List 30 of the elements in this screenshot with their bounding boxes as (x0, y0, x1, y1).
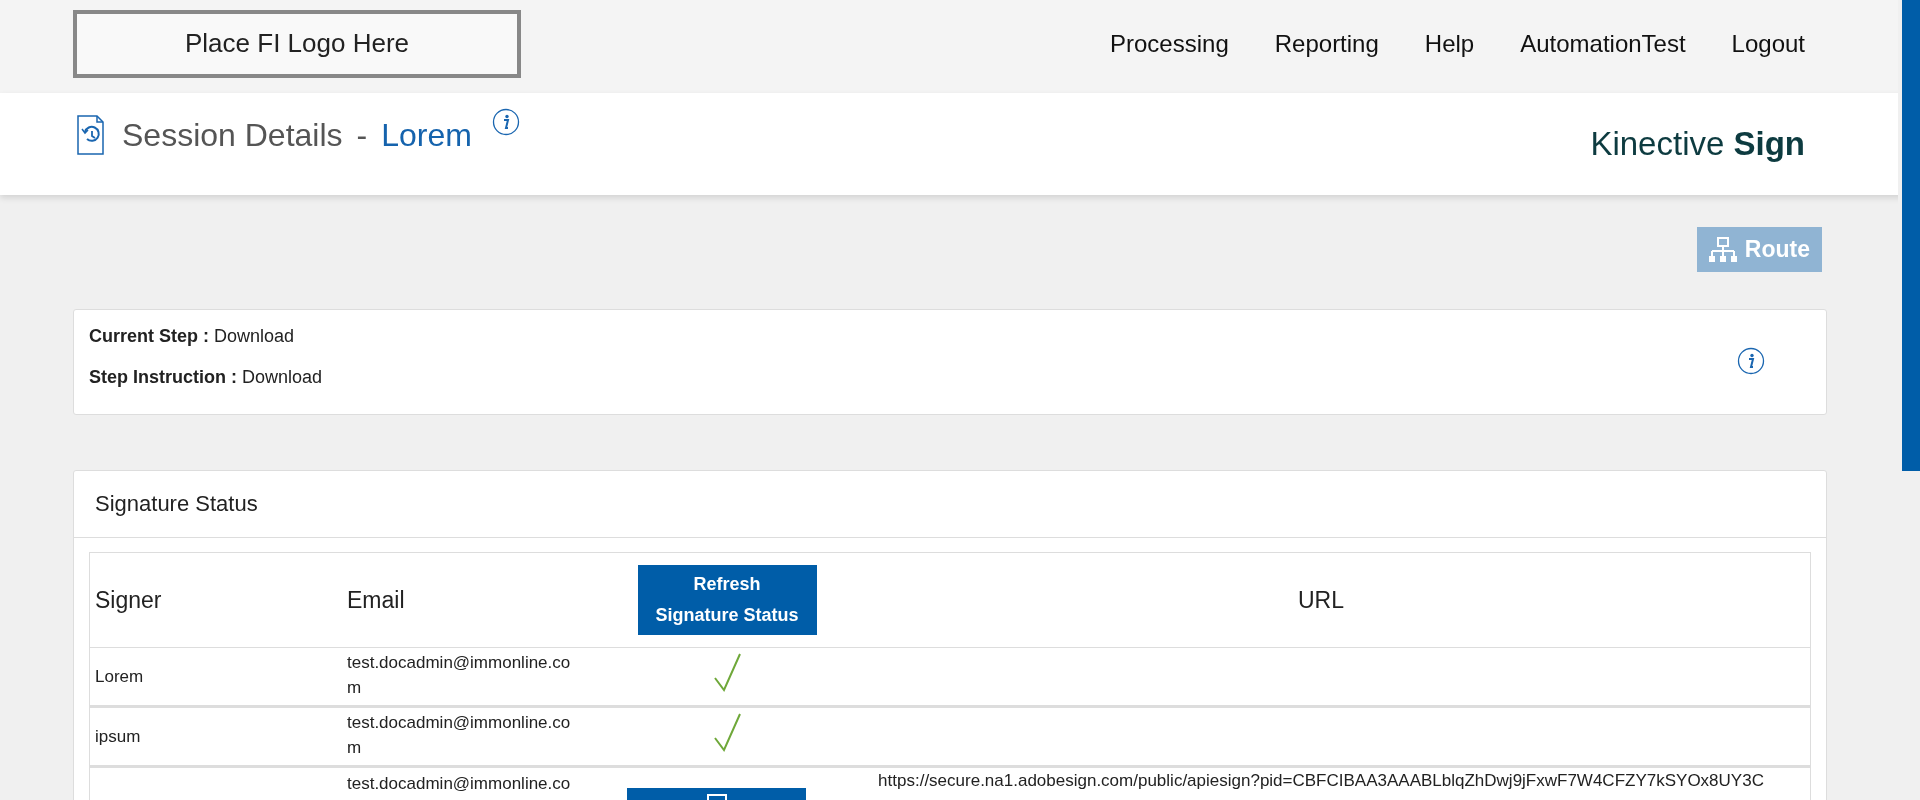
refresh-status-button[interactable]: Refresh Signature Status (637, 565, 817, 635)
column-header: Signer (89, 552, 342, 648)
signer-email: test.docadmin@immonline.com (347, 712, 572, 759)
signer-name: Lorem (95, 666, 144, 686)
card-title: Signature Status (74, 471, 1826, 538)
signer-email: test.docadmin@immonline.com (347, 652, 572, 699)
nav-link[interactable]: Reporting (1274, 29, 1379, 58)
nav-link[interactable]: Logout (1731, 29, 1805, 58)
page-title: Session Details (122, 116, 343, 154)
column-header: Email (342, 552, 622, 648)
info-icon[interactable] (491, 108, 520, 136)
scrollbar-thumb[interactable] (1902, 0, 1920, 471)
step-field: Current Step : Download (89, 326, 323, 347)
brand-logo: Kinective Sign (1590, 125, 1805, 163)
column-header: URL (832, 552, 1811, 648)
logo-placeholder-text: Place FI Logo Here (185, 28, 409, 59)
session-name: Lorem (381, 116, 472, 154)
check-icon (712, 652, 742, 692)
nav-link[interactable]: Processing (1110, 29, 1229, 58)
title-separator: - (356, 116, 368, 154)
signer-email: test.docadmin@immonline.co (347, 773, 572, 795)
network-icon (1708, 236, 1737, 263)
signing-url: https://secure.na1.adobesign.com/public/apiesign?pid=CBFCIBAA3AAABLblqZhDwj9jFxwF7W4CFZY7kSYOx8UY3C (878, 771, 1764, 790)
nav-link[interactable]: AutomationTest (1520, 29, 1686, 58)
document-history-icon (76, 114, 106, 156)
step-field: Step Instruction : Download (89, 367, 323, 388)
signer-name: ipsum (95, 726, 141, 746)
nav-link[interactable]: Help (1424, 29, 1475, 58)
check-icon (712, 712, 742, 752)
info-icon[interactable] (1737, 347, 1765, 375)
